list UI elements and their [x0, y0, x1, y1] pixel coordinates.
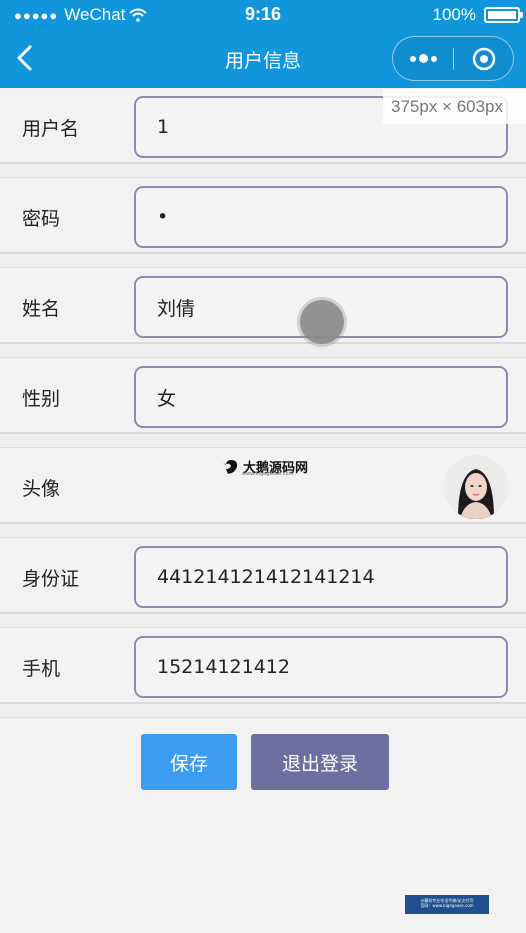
gender-input[interactable] [134, 366, 508, 428]
form-row-gender: 性别 [0, 358, 526, 448]
dot-icon [409, 55, 416, 62]
watermark: 大鹅源码网 www.bigegoose.com [222, 457, 308, 477]
watermark-subtitle: www.bigegoose.com [242, 471, 294, 477]
navigation-bar: 用户信息 [0, 30, 526, 88]
form-row-password: 密码 [0, 178, 526, 268]
form-row-phone: 手机 [0, 628, 526, 718]
status-bar: ●●●●● WeChat 9:16 100% [0, 0, 526, 30]
battery-icon [484, 7, 523, 23]
phone-input[interactable] [134, 636, 508, 698]
id-card-input[interactable] [134, 546, 508, 608]
gender-label: 性别 [22, 388, 61, 410]
save-button[interactable]: 保存 [141, 734, 237, 790]
mini-program-capsule [392, 36, 514, 81]
goose-logo-icon [223, 459, 238, 474]
dot-icon [430, 55, 437, 62]
username-label: 用户名 [22, 118, 80, 140]
dot-icon [418, 54, 428, 63]
avatar-photo [444, 455, 508, 519]
target-icon [472, 47, 495, 70]
user-info-form: 用户名 密码 姓名 性别 头像 身份证 [0, 88, 526, 718]
form-row-id-card: 身份证 [0, 538, 526, 628]
footer-badge: 计算机专业毕设代做/论文代写 官网：www.bigegoose.com [405, 895, 489, 914]
id-card-label: 身份证 [22, 568, 80, 590]
touch-cursor-indicator [300, 300, 344, 344]
footer-badge-line2: 官网：www.bigegoose.com [420, 903, 474, 908]
viewport-size-hint: 375px × 603px [383, 89, 526, 124]
avatar[interactable] [444, 455, 508, 519]
close-mini-program-button[interactable] [454, 37, 513, 80]
password-label: 密码 [22, 208, 61, 230]
phone-label: 手机 [22, 658, 61, 680]
form-row-name: 姓名 [0, 268, 526, 358]
more-menu-button[interactable] [393, 37, 453, 80]
battery-percent: 100% [432, 5, 476, 24]
logout-button[interactable]: 退出登录 [251, 734, 389, 790]
password-input[interactable] [134, 186, 508, 248]
avatar-label: 头像 [22, 478, 61, 500]
name-label: 姓名 [22, 298, 61, 320]
